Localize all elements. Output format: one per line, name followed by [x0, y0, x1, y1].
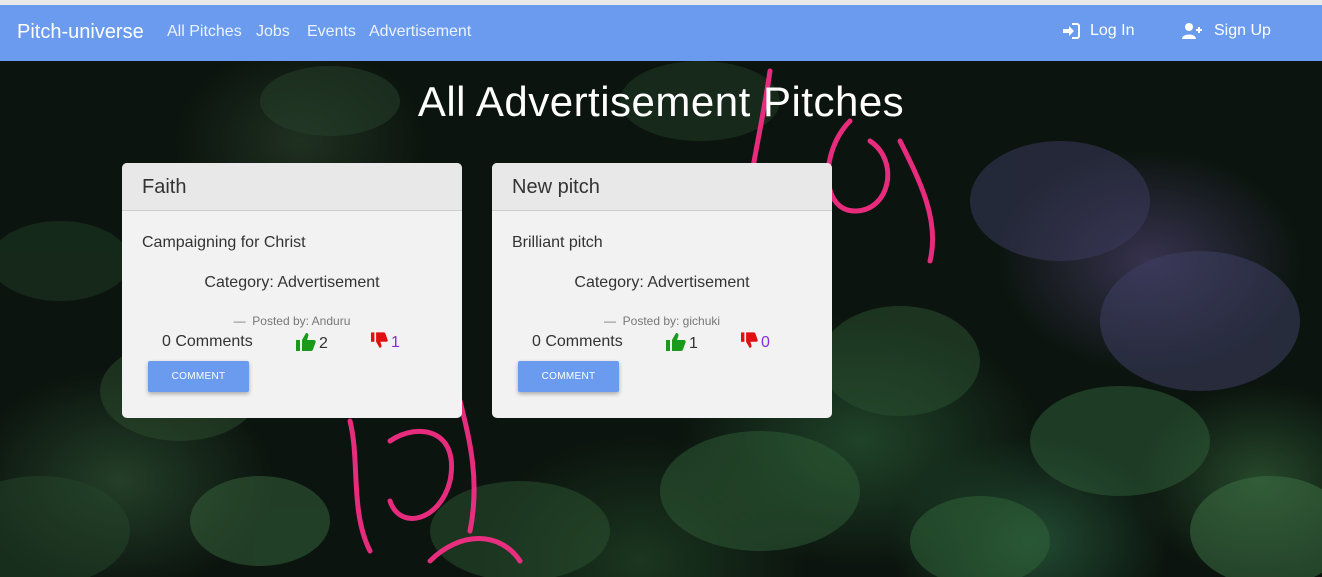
dash-separator: —	[603, 314, 623, 328]
dash-separator: —	[233, 314, 253, 328]
brand-link[interactable]: Pitch-universe	[17, 21, 144, 44]
downvote-count: 1	[391, 334, 400, 351]
nav-link-all-pitches[interactable]: All Pitches	[167, 23, 242, 41]
posted-by-text: Posted by: gichuki	[622, 314, 721, 328]
upvote-control[interactable]: 1	[666, 332, 698, 356]
sign-in-icon	[1062, 23, 1080, 39]
pitch-description: Brilliant pitch	[512, 234, 603, 251]
downvote-count: 0	[761, 334, 770, 351]
pitch-card: New pitch Brilliant pitch Category: Adve…	[492, 163, 832, 418]
pitch-description: Campaigning for Christ	[142, 234, 306, 251]
nav-link-events[interactable]: Events	[307, 23, 356, 41]
signup-label: Sign Up	[1214, 22, 1271, 39]
comment-button[interactable]: COMMENT	[518, 361, 619, 392]
upvote-count: 2	[319, 335, 328, 352]
user-plus-icon	[1182, 23, 1204, 39]
nav-link-jobs[interactable]: Jobs	[256, 23, 290, 41]
thumbs-down-icon	[371, 332, 388, 354]
pitch-category: Category: Advertisement	[204, 274, 380, 291]
login-label: Log In	[1090, 22, 1135, 39]
nav-link-advertisement[interactable]: Advertisement	[369, 23, 471, 41]
pitch-card-title: Faith	[122, 163, 462, 211]
navbar: Pitch-universe All Pitches Jobs Events A…	[0, 5, 1322, 61]
comment-button[interactable]: COMMENT	[148, 361, 249, 392]
login-link[interactable]: Log In	[1062, 22, 1134, 40]
pitch-author: — Posted by: Anduru	[122, 314, 462, 328]
posted-by-text: Posted by: Anduru	[252, 314, 351, 328]
downvote-control[interactable]: 1	[371, 332, 400, 354]
thumbs-up-icon	[296, 332, 316, 356]
comment-count: 0 Comments	[532, 333, 623, 350]
pitch-card: Faith Campaigning for Christ Category: A…	[122, 163, 462, 418]
thumbs-down-icon	[741, 332, 758, 354]
upvote-count: 1	[689, 335, 698, 352]
page-title: All Advertisement Pitches	[417, 78, 905, 125]
comment-count: 0 Comments	[162, 333, 253, 350]
pitch-card-title: New pitch	[492, 163, 832, 211]
pitch-author: — Posted by: gichuki	[492, 314, 832, 328]
signup-link[interactable]: Sign Up	[1182, 22, 1271, 40]
downvote-control[interactable]: 0	[741, 332, 770, 354]
thumbs-up-icon	[666, 332, 686, 356]
upvote-control[interactable]: 2	[296, 332, 328, 356]
pitch-category: Category: Advertisement	[574, 274, 750, 291]
